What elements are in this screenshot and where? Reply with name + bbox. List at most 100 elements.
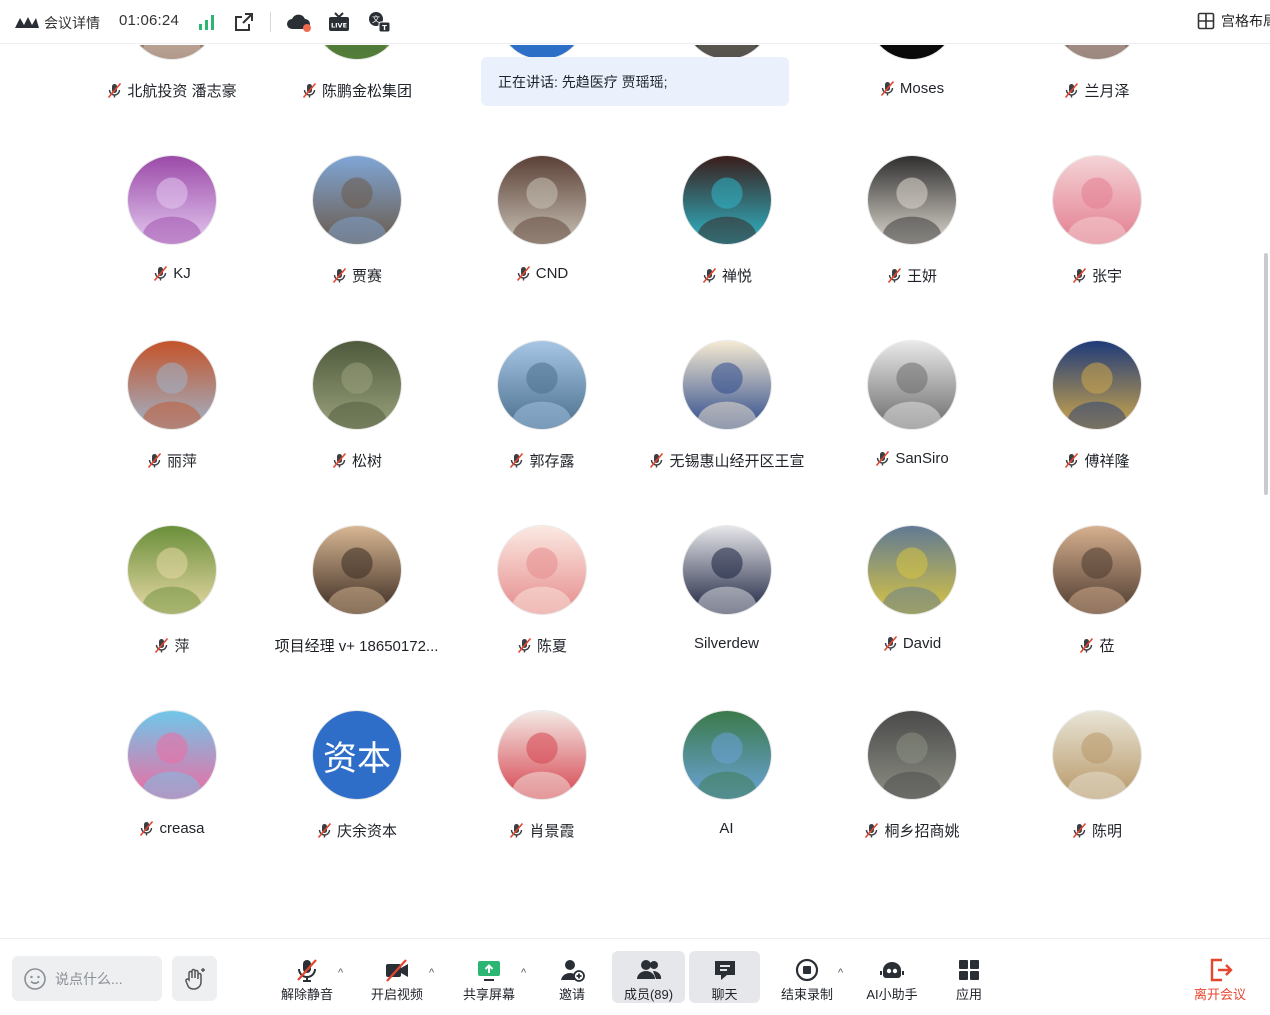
participant-tile[interactable]: 禅悦 [634,155,819,335]
grid-scrollbar[interactable] [1264,253,1268,495]
participant-name-row: 北航投资 潘志豪 [79,80,264,101]
participant-tile[interactable]: Moses [819,45,1004,150]
participant-tile[interactable]: 北航投资 潘志豪 [79,45,264,150]
participant-avatar [127,710,217,800]
participant-name: 陈夏 [536,638,567,655]
participant-name-row: 肖景霞 [449,820,634,841]
mic-muted-icon [648,452,665,469]
svg-text:T: T [382,24,387,32]
participant-tile[interactable]: Silverdew [634,525,819,705]
participant-tile[interactable]: 项目经理 v+ 18650172... [264,525,449,705]
mic-muted-icon [1063,452,1080,469]
mic-muted-icon [301,82,318,99]
participant-tile[interactable]: 陈明 [1004,710,1189,890]
divider [270,12,271,32]
participant-name-row: Moses [819,80,1004,97]
layout-switch-button[interactable]: 宫格布局 [1197,11,1270,31]
participant-name: 张宇 [1091,268,1122,285]
share-screen-button[interactable]: 共享屏幕 [458,951,520,1003]
apps-label: 应用 [955,987,982,1002]
participant-tile[interactable]: 兰月泽 [1004,45,1189,150]
leave-label: 离开会议 [1193,987,1246,1002]
end-recording-button[interactable]: 结束录制 [776,951,838,1003]
start-video-button[interactable]: 开启视频 [366,951,428,1003]
mic-muted-icon [508,822,525,839]
mic-muted-icon [153,637,170,654]
raise-hand-icon [184,967,205,990]
participant-avatar [867,155,957,245]
participant-avatar [1052,710,1142,800]
participant-tile[interactable]: 陈鹏金松集团 [264,45,449,150]
participant-name: KJ [173,265,191,282]
leave-meeting-button[interactable]: 离开会议 [1188,951,1252,1003]
participant-tile[interactable]: 丽萍 [79,340,264,520]
mic-muted-icon [152,265,169,282]
share-options-caret[interactable]: ^ [521,967,526,979]
cloud-recording-icon[interactable] [286,11,312,33]
participant-tile[interactable]: 肖景霞 [449,710,634,890]
participant-name-row: 兰月泽 [1004,80,1189,101]
participant-name-row: CND [449,265,634,282]
participant-tile[interactable]: 无锡惠山经开区王宣 [634,340,819,520]
participant-tile[interactable]: 桐乡招商姚 [819,710,1004,890]
invite-button[interactable]: 邀请 [550,951,594,1003]
mic-muted-icon [879,80,896,97]
participant-tile[interactable]: 贾赛 [264,155,449,335]
participant-tile[interactable]: 郭存露 [449,340,634,520]
participant-avatar [682,340,772,430]
signal-strength-icon[interactable] [196,11,218,33]
meeting-details-link[interactable]: 会议详情 [44,13,100,33]
participant-tile[interactable]: 张宇 [1004,155,1189,335]
video-options-caret[interactable]: ^ [429,967,434,979]
participant-name: David [902,635,942,652]
translation-icon[interactable]: 文 T [367,11,393,33]
participant-name-row: 陈明 [1004,820,1189,841]
unmute-button[interactable]: 解除静音 [276,951,338,1003]
participant-tile[interactable]: AI [634,710,819,890]
participant-name: 郭存露 [529,453,575,470]
participant-tile[interactable]: 萍 [79,525,264,705]
meeting-toolbar: 说点什么... 解除静音 ^ 开启视频 ^ 共享屏幕 ^ 邀请 成员(89) 聊… [0,938,1270,1015]
participant-tile[interactable]: 松树 [264,340,449,520]
participant-tile[interactable]: SanSiro [819,340,1004,520]
participant-tile[interactable]: creasa [79,710,264,890]
participant-name-row: 陈夏 [449,635,634,656]
audio-options-caret[interactable]: ^ [338,967,343,979]
participant-name: 项目经理 v+ 18650172... [274,638,439,655]
mic-muted-icon [874,450,891,467]
participant-name-row: SanSiro [819,450,1004,467]
mic-muted-icon [331,267,348,284]
participant-name-row: 王妍 [819,265,1004,286]
chat-input[interactable]: 说点什么... [12,956,162,1001]
participant-tile[interactable]: 傅祥隆 [1004,340,1189,520]
mic-muted-icon [516,637,533,654]
chat-label: 聊天 [711,987,738,1002]
participant-name: SanSiro [895,450,949,467]
participant-tile[interactable]: 陈夏 [449,525,634,705]
recording-options-caret[interactable]: ^ [838,967,843,979]
emoji-icon[interactable] [23,967,47,991]
participant-tile[interactable]: KJ [79,155,264,335]
participant-tile[interactable]: 资本 庆余资本 [264,710,449,890]
mic-muted-icon [138,820,155,837]
participant-avatar: 资本 [312,710,402,800]
members-button[interactable]: 成员(89) [612,951,685,1003]
pop-out-icon[interactable] [233,11,255,33]
chat-button[interactable]: 聊天 [689,951,760,1003]
live-stream-icon[interactable]: LIVE [328,11,350,33]
apps-button[interactable]: 应用 [947,951,991,1003]
participant-tile[interactable]: David [819,525,1004,705]
mic-muted-icon [316,822,333,839]
ai-assistant-label: AI小助手 [866,987,918,1002]
start-video-label: 开启视频 [370,987,423,1002]
participant-name-row: 萍 [79,635,264,656]
participant-avatar [1052,340,1142,430]
participant-name-row: 莅 [1004,635,1189,656]
mic-muted-icon [1078,637,1095,654]
participant-tile[interactable]: 莅 [1004,525,1189,705]
participant-tile[interactable]: 王妍 [819,155,1004,335]
raise-hand-button[interactable] [172,956,217,1001]
ai-assistant-button[interactable]: AI小助手 [860,951,924,1003]
participant-name: 松树 [351,453,382,470]
participant-tile[interactable]: CND [449,155,634,335]
